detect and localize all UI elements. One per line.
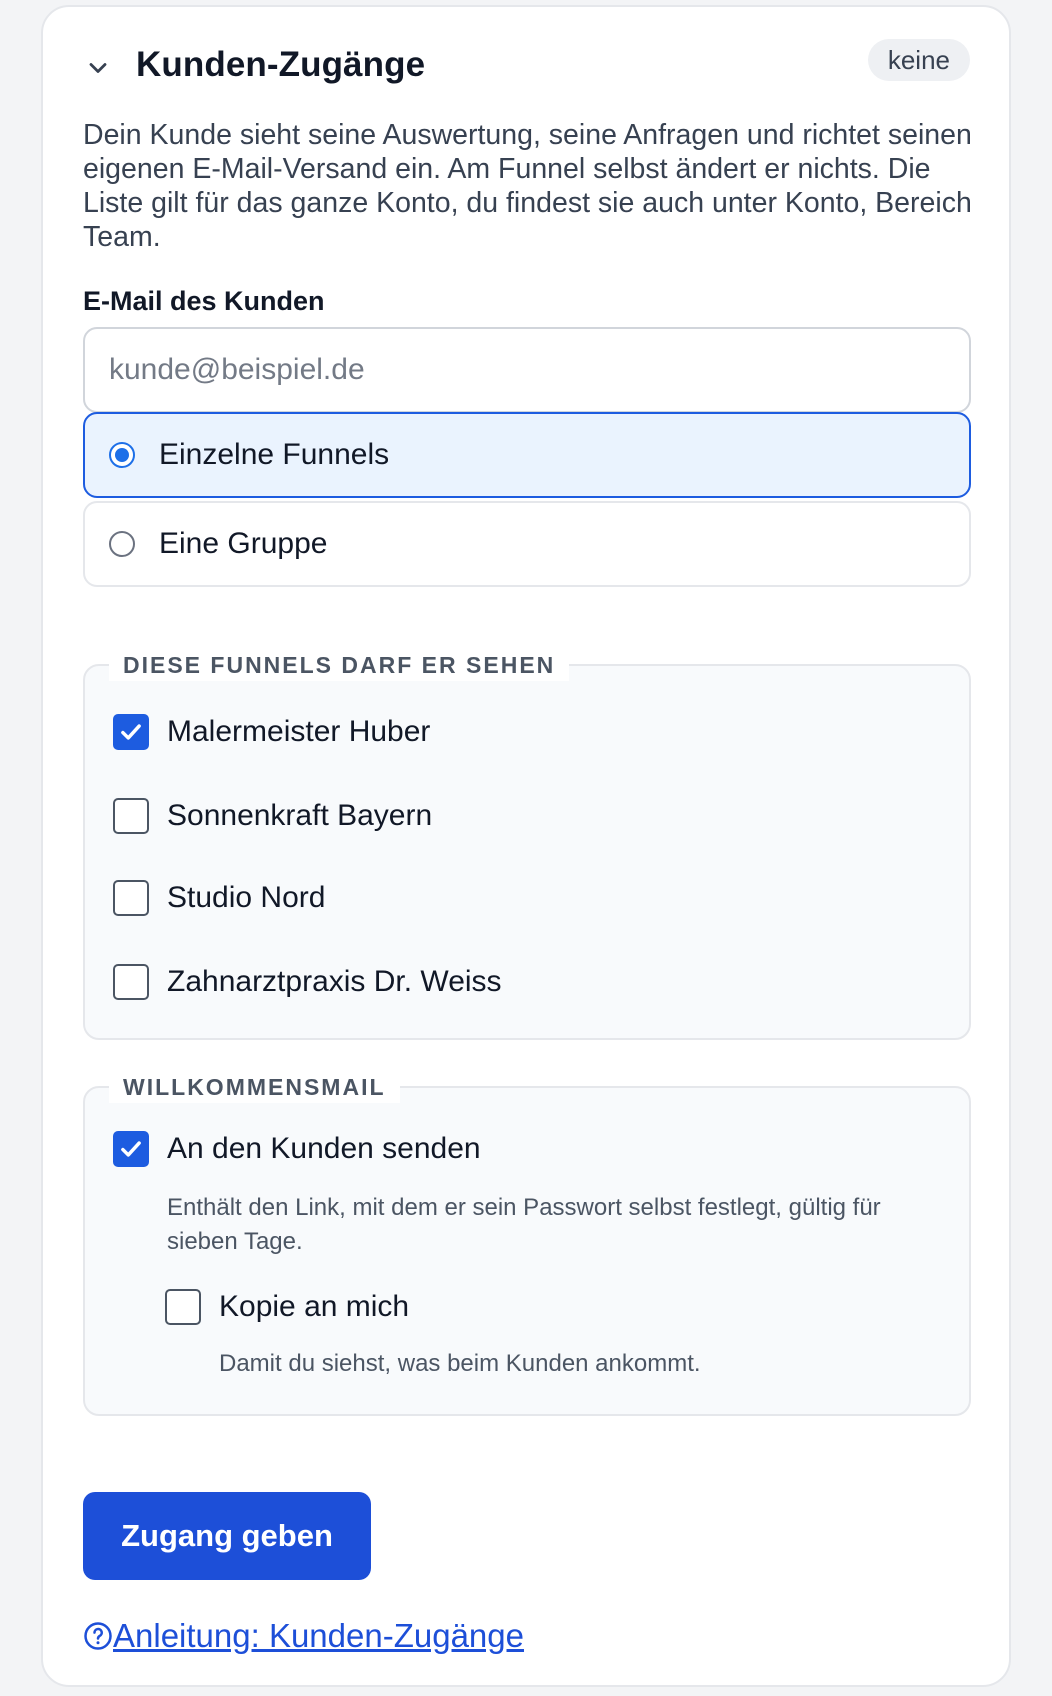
send-to-client-row[interactable]: An den Kunden senden	[113, 1131, 481, 1167]
checkbox[interactable]	[113, 798, 149, 834]
radio-dot	[115, 448, 129, 462]
funnel-label: Malermeister Huber	[167, 715, 431, 748]
send-to-client-label: An den Kunden senden	[167, 1132, 481, 1165]
section-title[interactable]: Kunden-Zugänge	[136, 45, 425, 85]
funnel-label: Zahnarztpraxis Dr. Weiss	[167, 965, 502, 998]
funnels-fieldset: DIESE FUNNELS DARF ER SEHEN Malermeister…	[83, 649, 971, 1040]
email-label: E-Mail des Kunden	[83, 286, 325, 316]
checkmark-icon	[121, 724, 141, 740]
count-badge: keine	[867, 39, 970, 81]
send-to-client-hint: Enthält den Link, mit dem er sein Passwo…	[167, 1194, 881, 1255]
checkbox[interactable]	[165, 1289, 201, 1325]
kunden-zugaenge-card: Kunden-Zugänge keine Dein Kunde sieht se…	[41, 5, 1011, 1687]
radio-option-eine-gruppe[interactable]: Eine Gruppe	[83, 501, 971, 587]
grant-access-button[interactable]: Zugang geben	[83, 1492, 371, 1580]
help-link-label[interactable]: Anleitung: Kunden-Zugänge	[113, 1617, 524, 1655]
email-input[interactable]	[83, 327, 971, 413]
question-circle-icon	[84, 1622, 112, 1650]
checkbox-checked[interactable]	[113, 714, 149, 750]
checkmark-icon	[121, 1141, 141, 1157]
section-description: Dein Kunde sieht seine Auswertung, seine…	[83, 119, 972, 253]
radio-button-selected[interactable]	[109, 442, 135, 468]
radio-label: Eine Gruppe	[159, 527, 328, 560]
copy-to-me-hint: Damit du siehst, was beim Kunden ankommt…	[219, 1350, 701, 1377]
radio-button[interactable]	[109, 531, 135, 557]
funnel-label: Sonnenkraft Bayern	[167, 799, 433, 832]
radio-label: Einzelne Funnels	[159, 438, 390, 471]
copy-to-me-label: Kopie an mich	[219, 1290, 410, 1323]
chevron-down-icon[interactable]	[84, 54, 112, 82]
welcome-legend: WILLKOMMENSMAIL	[109, 1071, 400, 1103]
funnel-label: Studio Nord	[167, 881, 326, 914]
copy-to-me-row[interactable]: Kopie an mich	[165, 1289, 409, 1325]
funnel-checkbox-row[interactable]: Studio Nord	[113, 880, 325, 916]
radio-option-einzelne-funnels[interactable]: Einzelne Funnels	[83, 412, 971, 498]
checkbox[interactable]	[113, 964, 149, 1000]
welcome-mail-fieldset: WILLKOMMENSMAIL An den Kunden senden Ent…	[83, 1071, 971, 1416]
checkbox[interactable]	[113, 880, 149, 916]
funnels-legend: DIESE FUNNELS DARF ER SEHEN	[109, 649, 570, 681]
checkbox-checked[interactable]	[113, 1131, 149, 1167]
funnel-checkbox-row[interactable]: Malermeister Huber	[113, 714, 430, 750]
funnel-checkbox-row[interactable]: Zahnarztpraxis Dr. Weiss	[113, 964, 502, 1000]
funnel-checkbox-row[interactable]: Sonnenkraft Bayern	[113, 798, 432, 834]
help-link[interactable]: Anleitung: Kunden-Zugänge	[83, 1617, 524, 1655]
